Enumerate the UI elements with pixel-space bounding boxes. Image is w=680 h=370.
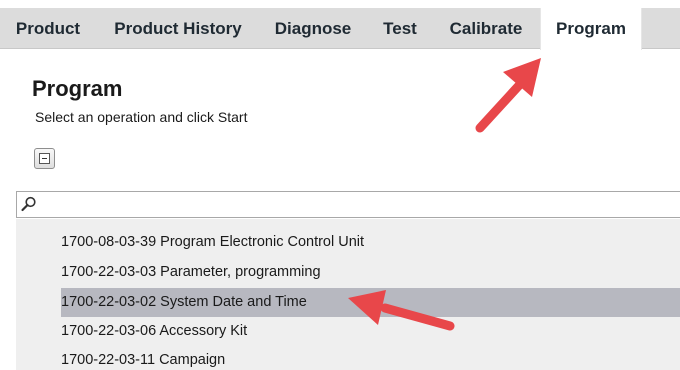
- page-subtitle: Select an operation and click Start: [35, 109, 248, 125]
- program-screen: Product Product History Diagnose Test Ca…: [0, 0, 680, 370]
- tab-product[interactable]: Product: [2, 8, 94, 48]
- list-item-label: 1700-22-03-11 Campaign: [61, 352, 226, 368]
- search-box[interactable]: [16, 191, 680, 218]
- tab-calibrate[interactable]: Calibrate: [436, 8, 536, 48]
- list-item-label: 1700-22-03-06 Accessory Kit: [61, 323, 248, 339]
- page-title: Program: [32, 76, 123, 101]
- tab-product-history[interactable]: Product History: [98, 8, 258, 48]
- collapse-all-button[interactable]: [34, 148, 55, 169]
- search-input[interactable]: [41, 194, 675, 216]
- arrow-to-program-tab: [475, 58, 541, 133]
- list-item-selected[interactable]: 1700-22-03-02 System Date and Time: [61, 288, 680, 317]
- list-item-label: 1700-22-03-02 System Date and Time: [61, 294, 307, 310]
- search-icon: [21, 196, 36, 212]
- tab-test[interactable]: Test: [370, 8, 430, 48]
- tab-diagnose[interactable]: Diagnose: [262, 8, 364, 48]
- tab-bar: Product Product History Diagnose Test Ca…: [0, 0, 680, 58]
- collapse-icon: [39, 153, 50, 164]
- list-item-label: 1700-08-03-39 Program Electronic Control…: [61, 234, 365, 250]
- operation-list: 1700-08-03-39 Program Electronic Control…: [16, 219, 680, 370]
- tab-program[interactable]: Program: [540, 8, 642, 50]
- list-item-label: 1700-22-03-03 Parameter, programming: [61, 264, 321, 280]
